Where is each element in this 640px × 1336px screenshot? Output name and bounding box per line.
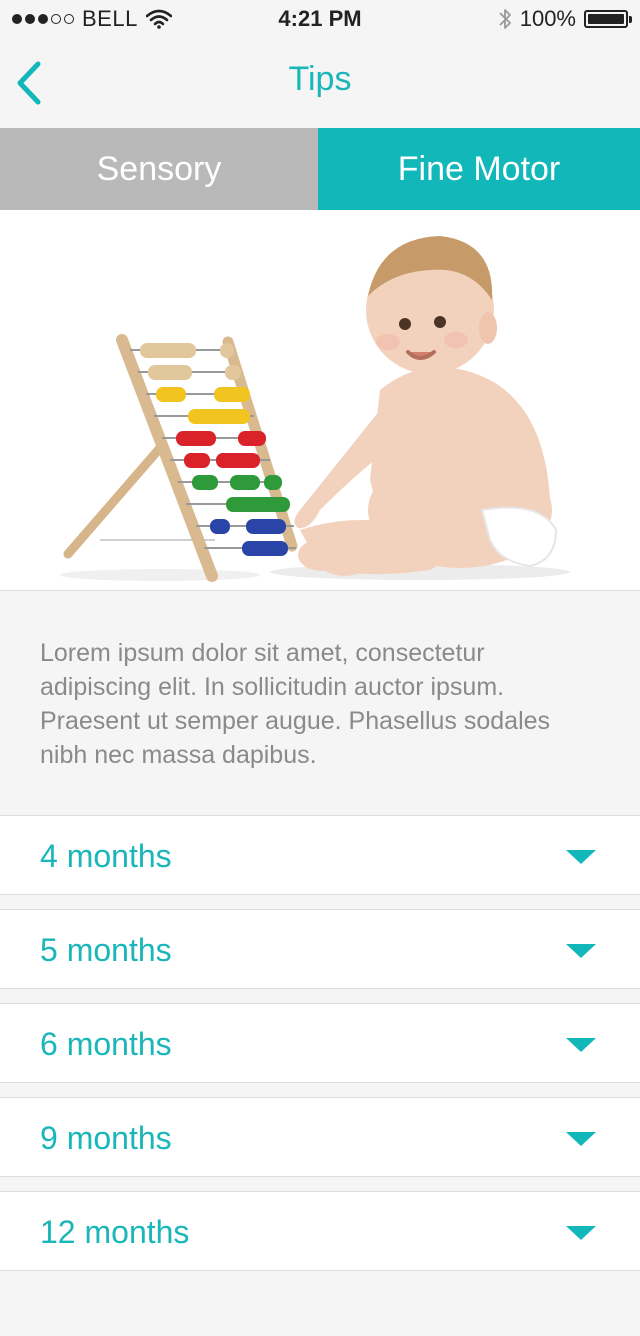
age-section-label: 12 months — [40, 1214, 190, 1250]
battery-level — [588, 14, 624, 24]
battery-percent: 100% — [519, 6, 576, 31]
age-section-4-months[interactable]: 4 months — [0, 815, 640, 895]
age-section-label: 9 months — [40, 1120, 172, 1156]
caret-down-icon — [566, 850, 596, 864]
status-right: 100% — [498, 6, 632, 32]
tip-description: Lorem ipsum dolor sit amet, consectetur … — [40, 639, 551, 769]
hero-image — [0, 210, 640, 591]
caret-down-icon — [566, 1226, 596, 1240]
age-section-label: 5 months — [40, 932, 172, 968]
age-section-6-months[interactable]: 6 months — [0, 1003, 640, 1083]
baby-abacus-illustration — [60, 236, 570, 582]
status-bar: BELL 4:21 PM 100% — [0, 0, 640, 40]
age-section-12-months[interactable]: 12 months — [0, 1191, 640, 1271]
age-section-label: 6 months — [40, 1026, 172, 1062]
bluetooth-icon — [499, 9, 511, 29]
age-section-5-months[interactable]: 5 months — [0, 909, 640, 989]
battery-tip — [629, 16, 632, 23]
caret-down-icon — [566, 1038, 596, 1052]
age-section-label: 4 months — [40, 838, 172, 874]
caret-down-icon — [566, 1132, 596, 1146]
caret-down-icon — [566, 944, 596, 958]
tips-screen: BELL 4:21 PM 100% Tips Sensory Fine Moto… — [0, 0, 640, 1336]
navigation-bar: Tips — [0, 40, 640, 127]
category-tabs: Sensory Fine Motor — [0, 128, 640, 210]
battery-icon — [584, 10, 632, 28]
tab-fine-motor[interactable]: Fine Motor — [318, 128, 640, 210]
tab-sensory[interactable]: Sensory — [0, 128, 318, 210]
page-title: Tips — [288, 60, 352, 98]
age-section-9-months[interactable]: 9 months — [0, 1097, 640, 1177]
